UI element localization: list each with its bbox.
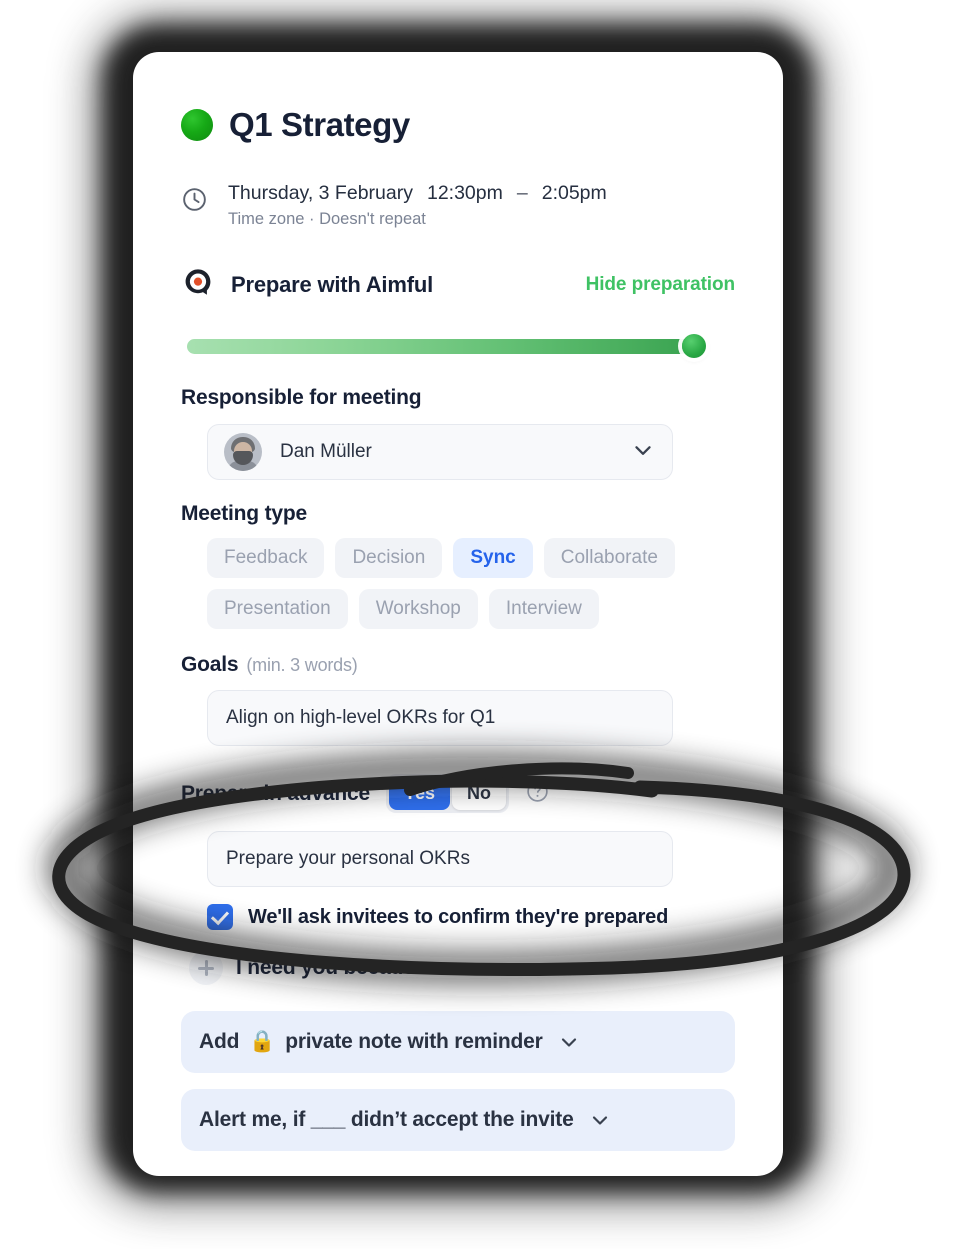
toggle-yes-button[interactable]: Yes [389, 777, 451, 810]
alert-invite-label: Alert me, if ___ didn’t accept the invit… [199, 1108, 574, 1131]
goals-label-text: Goals [181, 653, 239, 676]
meeting-detail-card: Q1 Strategy Thursday, 3 February 12:30pm… [133, 52, 783, 1176]
lock-icon: 🔒 [249, 1030, 276, 1053]
chip-decision[interactable]: Decision [335, 538, 443, 578]
meeting-datetime: Thursday, 3 February 12:30pm – 2:05pm [228, 182, 607, 205]
prepare-in-advance-label: Prepare in advance [181, 781, 370, 805]
prepare-in-advance-section: Prepare in advance Yes No Prepare your p… [181, 774, 735, 930]
meeting-title-row: Q1 Strategy [181, 52, 735, 144]
chip-feedback[interactable]: Feedback [207, 538, 325, 578]
avatar [224, 433, 262, 471]
chip-interview[interactable]: Interview [488, 589, 599, 629]
goals-section: Goals (min. 3 words) Align on high-level … [181, 653, 735, 746]
preparation-title: Prepare with Aimful [231, 271, 433, 297]
meeting-time-end: 2:05pm [541, 182, 607, 204]
page-title: Q1 Strategy [229, 106, 410, 143]
hide-preparation-link[interactable]: Hide preparation [586, 274, 735, 296]
chip-presentation[interactable]: Presentation [207, 589, 348, 629]
meeting-time-start: 12:30pm [426, 182, 503, 204]
plus-icon[interactable] [189, 951, 223, 985]
help-circle-icon[interactable] [525, 779, 550, 809]
clock-icon [181, 186, 208, 218]
prepare-task-input[interactable]: Prepare your personal OKRs [207, 831, 673, 887]
goals-input[interactable]: Align on high-level OKRs for Q1 [207, 690, 673, 746]
time-separator: – [516, 182, 528, 204]
confirm-prepared-checkbox[interactable] [207, 904, 233, 930]
chip-sync[interactable]: Sync [453, 538, 533, 578]
add-private-note-label: private note with reminder [285, 1030, 543, 1053]
add-reason-row[interactable]: I need you because... [189, 951, 735, 985]
progress-knob[interactable] [682, 334, 706, 358]
responsible-section: Responsible for meeting Dan Müller [181, 386, 735, 480]
preparation-header: Prepare with Aimful Hide preparation [181, 267, 735, 302]
alert-invite-bar[interactable]: Alert me, if ___ didn’t accept the invit… [181, 1089, 735, 1151]
chip-collaborate[interactable]: Collaborate [543, 538, 675, 578]
prepare-in-advance-row: Prepare in advance Yes No [181, 774, 735, 813]
responsible-value: Dan Müller [280, 441, 372, 462]
preparation-progress-bar[interactable] [187, 334, 706, 358]
aimful-logo-icon [183, 267, 213, 302]
confirm-prepared-label: We'll ask invitees to confirm they're pr… [248, 905, 669, 928]
add-private-note-prefix: Add [199, 1030, 240, 1053]
screenshot-stage: Q1 Strategy Thursday, 3 February 12:30pm… [0, 0, 960, 1249]
chevron-down-icon[interactable] [630, 437, 656, 468]
goals-hint: (min. 3 words) [246, 655, 358, 675]
chevron-down-icon[interactable] [557, 1030, 581, 1054]
meeting-type-label: Meeting type [181, 502, 307, 525]
toggle-no-button[interactable]: No [452, 777, 507, 810]
chip-workshop[interactable]: Workshop [358, 589, 478, 629]
prepare-in-advance-toggle: Yes No [386, 774, 510, 813]
progress-track [187, 339, 703, 354]
meeting-datetime-row: Thursday, 3 February 12:30pm – 2:05pm Ti… [181, 182, 735, 229]
meeting-meta: Time zone · Doesn't repeat [228, 210, 426, 228]
chevron-down-icon[interactable] [588, 1108, 612, 1132]
goals-label: Goals (min. 3 words) [181, 653, 735, 677]
green-status-dot-icon [181, 109, 213, 141]
confirm-prepared-row[interactable]: We'll ask invitees to confirm they're pr… [207, 904, 735, 930]
responsible-label: Responsible for meeting [181, 386, 422, 409]
meeting-type-chip-group: Feedback Decision Sync Collaborate Prese… [207, 538, 677, 629]
meeting-date: Thursday, 3 February [228, 182, 413, 204]
meeting-type-section: Meeting type Feedback Decision Sync Coll… [181, 502, 735, 629]
add-reason-label: I need you because... [236, 956, 444, 979]
add-private-note-bar[interactable]: Add 🔒 private note with reminder [181, 1011, 735, 1073]
responsible-select[interactable]: Dan Müller [207, 424, 673, 480]
